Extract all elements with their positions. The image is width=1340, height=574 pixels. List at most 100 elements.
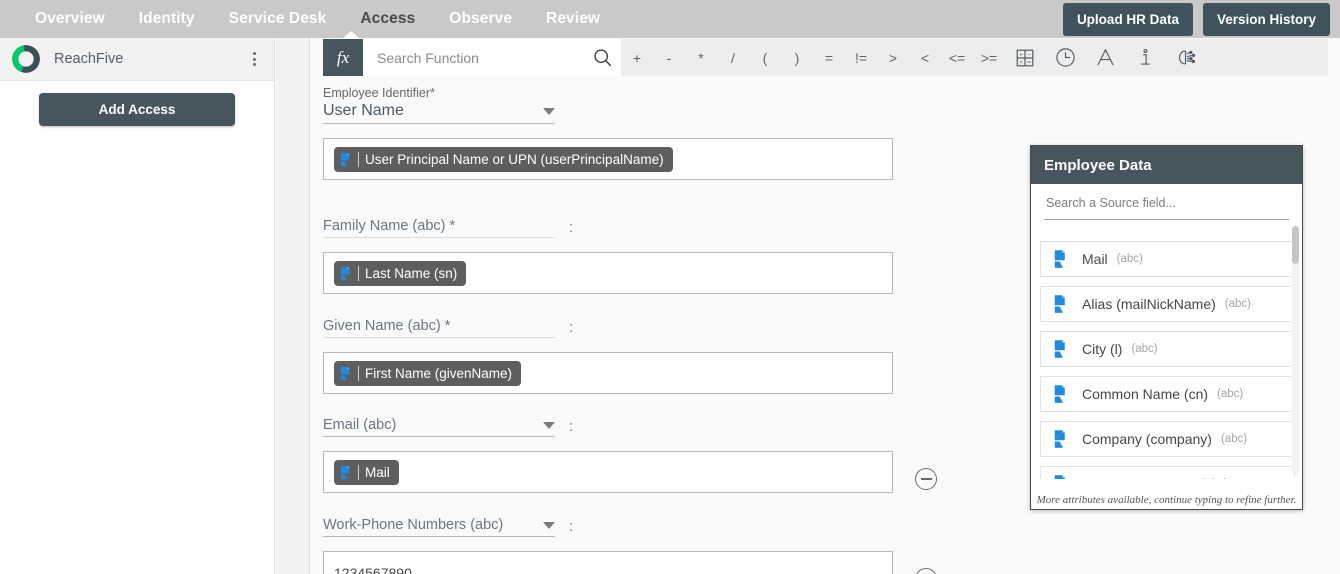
chip-label: User Principal Name or UPN (userPrincipa… xyxy=(365,151,664,167)
work-phone-label-select[interactable]: Work-Phone Numbers (abc) xyxy=(323,517,555,537)
family-name-chipbox[interactable]: Last Name (sn) xyxy=(323,252,893,294)
family-name-label-row: Family Name (abc) * : xyxy=(323,218,903,238)
fx-button[interactable]: fx xyxy=(323,31,363,76)
operator-buttons: + - * / ( ) = != > < <= >= + − × = xyxy=(621,39,1328,76)
chevron-down-icon xyxy=(543,521,555,529)
given-name-chipbox[interactable]: First Name (givenName) xyxy=(323,352,893,394)
left-sidebar: ReachFive Add Access xyxy=(0,38,275,574)
nav-item-identity[interactable]: Identity xyxy=(122,0,212,38)
upload-hr-data-button[interactable]: Upload HR Data xyxy=(1062,2,1193,36)
op-greater-equal[interactable]: >= xyxy=(973,50,1005,66)
fx-label: fx xyxy=(336,47,350,67)
nav-item-service-desk[interactable]: Service Desk xyxy=(212,0,344,38)
chip-divider xyxy=(358,464,359,480)
email-label-select[interactable]: Email (abc) xyxy=(323,417,555,437)
list-item[interactable]: Country Name (c) (abc) xyxy=(1040,466,1295,479)
employee-identifier-row: User Name xyxy=(323,102,903,124)
list-item[interactable]: Alias (mailNickName) (abc) xyxy=(1040,286,1295,322)
email-chipbox[interactable]: Mail xyxy=(323,451,893,493)
list-item-type: (abc) xyxy=(1131,343,1158,355)
op-greater[interactable]: > xyxy=(877,50,909,66)
employee-identifier-select[interactable]: User Name xyxy=(323,102,555,124)
nav-item-observe[interactable]: Observe xyxy=(432,0,529,38)
employee-identifier-chipbox[interactable]: User Principal Name or UPN (userPrincipa… xyxy=(323,138,893,180)
list-item-type: (abc) xyxy=(1224,298,1251,310)
field-group-given-name: Given Name (abc) * : First Name (givenNa… xyxy=(323,318,903,394)
list-item[interactable]: Mail (abc) xyxy=(1040,241,1295,277)
list-item[interactable]: Common Name (cn) (abc) xyxy=(1040,376,1295,412)
brain-ai-icon[interactable] xyxy=(1165,46,1205,69)
chip-user-principal-name[interactable]: User Principal Name or UPN (userPrincipa… xyxy=(334,146,673,172)
op-plus[interactable]: + xyxy=(621,50,653,66)
work-phone-label-row: Work-Phone Numbers (abc) : xyxy=(323,517,903,537)
source-field-icon xyxy=(1054,250,1065,268)
given-name-label-box: Given Name (abc) * xyxy=(323,318,555,338)
source-field-icon xyxy=(1054,475,1065,479)
op-paren-open[interactable]: ( xyxy=(749,50,781,66)
list-item-name: Company (company) xyxy=(1082,431,1212,447)
search-function-input[interactable] xyxy=(375,48,592,67)
employee-data-list: Mail (abc) Alias (mailNickName) (abc) Ci… xyxy=(1040,241,1295,479)
sidebar-app-row[interactable]: ReachFive xyxy=(0,38,274,81)
family-name-colon: : xyxy=(569,219,574,236)
fx-caret-icon xyxy=(342,31,360,39)
chip-first-name[interactable]: First Name (givenName) xyxy=(334,360,522,386)
nav-items: Overview Identity Service Desk Access Ob… xyxy=(0,0,617,38)
list-item-type: (abc) xyxy=(1220,433,1248,445)
op-equals[interactable]: = xyxy=(813,50,845,66)
source-field-search-input[interactable] xyxy=(1044,195,1289,211)
remove-email-mapping-button[interactable] xyxy=(915,468,937,490)
op-not-equals[interactable]: != xyxy=(845,50,877,66)
op-less-equal[interactable]: <= xyxy=(941,50,973,66)
work-phone-valuebox[interactable]: 1234567890 xyxy=(323,551,893,574)
employee-data-scrollbar[interactable] xyxy=(1292,226,1299,476)
text-a-icon[interactable] xyxy=(1085,46,1125,69)
nav-item-overview[interactable]: Overview xyxy=(18,0,122,38)
scrollbar-thumb[interactable] xyxy=(1292,226,1299,264)
search-icon[interactable] xyxy=(592,47,613,68)
chip-divider xyxy=(358,365,359,381)
list-item[interactable]: Company (company) (abc) xyxy=(1040,421,1295,457)
info-i-icon[interactable] xyxy=(1125,46,1165,69)
employee-data-title: Employee Data xyxy=(1031,146,1302,184)
field-group-employee-identifier: Employee Identifier* User Name User Prin… xyxy=(323,86,903,180)
op-paren-close[interactable]: ) xyxy=(781,50,813,66)
work-phone-colon: : xyxy=(569,518,574,535)
op-multiply[interactable]: * xyxy=(685,50,717,66)
employee-identifier-label: Employee Identifier* xyxy=(323,86,435,100)
work-phone-value: 1234567890 xyxy=(334,565,412,574)
nav-item-review[interactable]: Review xyxy=(529,0,617,38)
source-field-icon xyxy=(340,366,350,380)
chip-divider xyxy=(358,265,359,281)
clock-icon[interactable] xyxy=(1045,46,1085,69)
search-function-box xyxy=(363,39,621,76)
source-field-icon xyxy=(1054,340,1065,358)
svg-text:=: = xyxy=(1027,59,1031,66)
svg-text:−: − xyxy=(1027,51,1031,58)
list-item-type: (abc) xyxy=(1217,388,1244,400)
remove-work-phone-mapping-button[interactable] xyxy=(915,568,937,574)
svg-text:×: × xyxy=(1019,60,1022,66)
calculator-icon[interactable]: + − × = xyxy=(1005,47,1045,69)
function-toolbar: fx + - * / ( ) = != > < <= >= xyxy=(323,31,1328,76)
chip-label: First Name (givenName) xyxy=(365,365,513,381)
field-group-family-name: Family Name (abc) * : Last Name (sn) xyxy=(323,218,903,294)
op-less[interactable]: < xyxy=(909,50,941,66)
more-vertical-icon[interactable] xyxy=(249,48,260,70)
add-access-button[interactable]: Add Access xyxy=(39,93,235,126)
op-minus[interactable]: - xyxy=(653,50,685,66)
chip-last-name[interactable]: Last Name (sn) xyxy=(334,260,467,286)
op-divide[interactable]: / xyxy=(717,50,749,66)
sidebar-gutter-column xyxy=(276,38,310,574)
chip-mail[interactable]: Mail xyxy=(334,459,399,485)
chevron-down-icon xyxy=(543,107,555,115)
employee-identifier-value: User Name xyxy=(323,102,404,119)
email-label: Email (abc) xyxy=(323,417,397,433)
sidebar-app-name: ReachFive xyxy=(54,51,124,67)
nav-actions: Upload HR Data Version History xyxy=(1062,2,1340,36)
list-item[interactable]: City (l) (abc) xyxy=(1040,331,1295,367)
list-item-name: Mail xyxy=(1082,251,1108,267)
version-history-button[interactable]: Version History xyxy=(1202,2,1330,36)
chevron-down-icon xyxy=(543,421,555,429)
employee-data-footer-note: More attributes available, continue typi… xyxy=(1031,491,1302,509)
